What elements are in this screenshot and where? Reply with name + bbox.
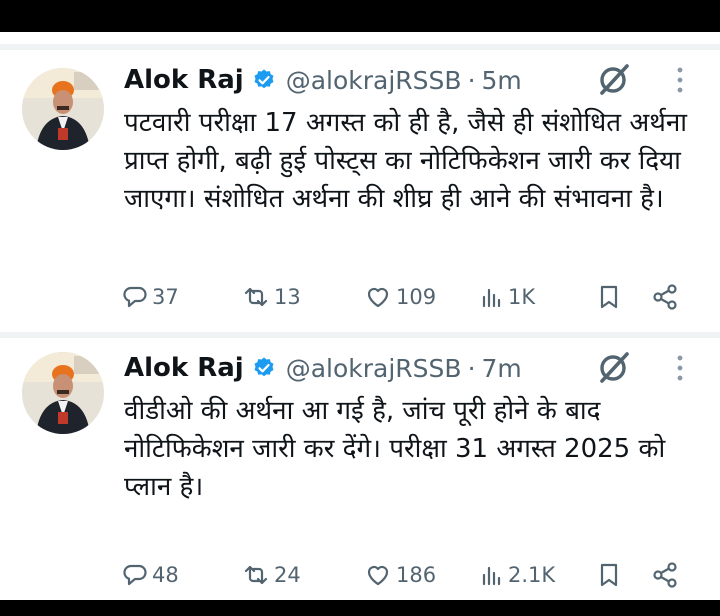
views-button[interactable]: 2.1K <box>480 560 555 590</box>
like-icon <box>364 562 392 588</box>
share-icon <box>652 562 680 588</box>
views-count: 1K <box>508 285 536 309</box>
tweet-header: Alok Raj @alokrajRSSB · 7m <box>124 348 522 388</box>
tweet-text: वीडीओ की अर्थना आ गई है, जांच पूरी होने … <box>124 396 666 502</box>
like-button[interactable]: 109 <box>364 282 436 312</box>
author-name[interactable]: Alok Raj <box>124 65 244 95</box>
verified-badge-icon <box>252 68 276 92</box>
tweet-actions: 48 24 186 2.1K <box>122 560 692 590</box>
more-icon[interactable] <box>670 62 690 98</box>
bookmark-button[interactable] <box>596 560 622 590</box>
tweet-actions: 37 13 109 1K <box>122 282 692 312</box>
repost-icon <box>242 284 270 310</box>
tweet-text: पटवारी परीक्षा 17 अगस्त को ही है, जैसे ह… <box>124 108 688 214</box>
bookmark-icon <box>596 562 622 588</box>
verified-badge-icon <box>252 356 276 380</box>
views-icon <box>480 562 504 588</box>
more-icon[interactable] <box>670 350 690 386</box>
tweet-header: Alok Raj @alokrajRSSB · 5m <box>124 60 522 100</box>
tweet[interactable]: Alok Raj @alokrajRSSB · 7m वीडीओ की अर्थ… <box>0 338 720 600</box>
bookmark-icon <box>596 284 622 310</box>
reply-count: 48 <box>152 563 179 587</box>
avatar[interactable] <box>22 352 104 434</box>
repost-count: 24 <box>274 563 301 587</box>
reply-button[interactable]: 48 <box>122 560 179 590</box>
reply-count: 37 <box>152 285 179 309</box>
bookmark-button[interactable] <box>596 282 622 312</box>
like-count: 109 <box>396 285 437 309</box>
like-icon <box>364 284 392 310</box>
share-button[interactable] <box>652 282 680 312</box>
reply-icon <box>122 284 148 310</box>
share-button[interactable] <box>652 560 680 590</box>
reply-button[interactable]: 37 <box>122 282 179 312</box>
timeline: Alok Raj @alokrajRSSB · 5m पटवारी परीक्ष… <box>0 32 720 600</box>
views-icon <box>480 284 504 310</box>
views-count: 2.1K <box>508 563 556 587</box>
separator: · <box>467 353 476 383</box>
timestamp[interactable]: 7m <box>482 354 522 383</box>
like-count: 186 <box>396 563 437 587</box>
repost-button[interactable]: 24 <box>242 560 301 590</box>
share-icon <box>652 284 680 310</box>
repost-count: 13 <box>274 285 301 309</box>
tweet[interactable]: Alok Raj @alokrajRSSB · 5m पटवारी परीक्ष… <box>0 50 720 332</box>
repost-button[interactable]: 13 <box>242 282 301 312</box>
repost-icon <box>242 562 270 588</box>
author-handle[interactable]: @alokrajRSSB <box>286 66 462 95</box>
reply-icon <box>122 562 148 588</box>
like-button[interactable]: 186 <box>364 560 436 590</box>
author-name[interactable]: Alok Raj <box>124 353 244 383</box>
author-handle[interactable]: @alokrajRSSB <box>286 354 462 383</box>
grok-icon[interactable] <box>596 62 632 98</box>
separator: · <box>467 65 476 95</box>
avatar[interactable] <box>22 68 104 150</box>
grok-icon[interactable] <box>596 350 632 386</box>
timestamp[interactable]: 5m <box>482 66 522 95</box>
views-button[interactable]: 1K <box>480 282 535 312</box>
